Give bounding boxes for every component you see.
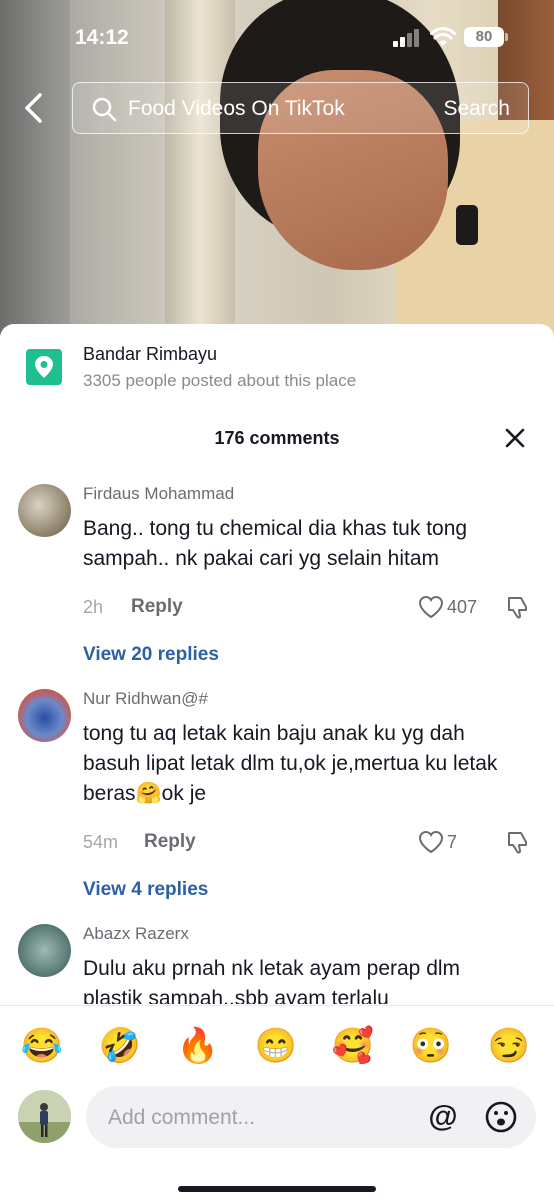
search-bar[interactable]: Food Videos On TikTok Search: [72, 82, 529, 134]
place-subtitle: 3305 people posted about this place: [83, 371, 357, 390]
search-icon: [92, 97, 117, 122]
emoji-button[interactable]: 😁: [254, 1024, 298, 1068]
place-name: Bandar Rimbayu: [83, 344, 218, 364]
comment-time: 2h: [83, 597, 104, 617]
battery-indicator: 80: [464, 27, 508, 47]
reply-button[interactable]: Reply: [144, 831, 196, 853]
avatar[interactable]: [18, 924, 71, 977]
comment-item: Nur Ridhwan@# tong tu aq letak kain baju…: [0, 689, 554, 900]
add-comment-input[interactable]: Add comment... @: [86, 1086, 536, 1148]
comment-username[interactable]: Abazx Razerx: [83, 924, 189, 944]
location-pin-icon: [26, 349, 62, 385]
video-scene-microphone: [456, 205, 478, 245]
reply-button[interactable]: Reply: [131, 596, 183, 618]
cellular-signal-icon: [393, 29, 423, 47]
comments-header: 176 comments: [0, 424, 554, 454]
comment-username[interactable]: Firdaus Mohammad: [83, 484, 234, 504]
emoji-button[interactable]: 🔥: [176, 1024, 220, 1068]
comment-text: tong tu aq letak kain baju anak ku yg da…: [83, 722, 498, 805]
add-comment-placeholder: Add comment...: [108, 1106, 256, 1129]
comment-item: Abazx Razerx Dulu aku prnah nk letak aya…: [0, 924, 554, 1004]
back-arrow-icon[interactable]: [18, 90, 50, 126]
place-banner[interactable]: Bandar Rimbayu 3305 people posted about …: [0, 324, 554, 404]
comment-list[interactable]: Firdaus Mohammad Bang.. tong tu chemical…: [0, 474, 554, 1004]
view-replies-link[interactable]: View 4 replies: [83, 879, 208, 901]
comment-username[interactable]: Nur Ridhwan@#: [83, 689, 208, 709]
search-query[interactable]: Food Videos On TikTok: [128, 97, 345, 121]
user-avatar: [18, 1090, 71, 1143]
like-count: 407: [447, 597, 478, 617]
avatar[interactable]: [18, 689, 71, 742]
mention-button[interactable]: @: [426, 1100, 460, 1134]
emoji-button[interactable]: 🥰: [331, 1024, 375, 1068]
heart-icon[interactable]: [417, 594, 445, 620]
avatar[interactable]: [18, 484, 71, 537]
quick-emoji-row: 😂 🤣 🔥 😁 🥰 😳 😏: [0, 1024, 554, 1068]
comment-item: Firdaus Mohammad Bang.. tong tu chemical…: [0, 484, 554, 665]
wifi-icon: [430, 27, 456, 46]
close-icon[interactable]: [503, 426, 527, 450]
view-replies-link[interactable]: View 20 replies: [83, 644, 219, 666]
comments-count: 176 comments: [214, 428, 340, 448]
comment-text: Dulu aku prnah nk letak ayam perap dlm p…: [83, 957, 461, 1004]
dislike-icon[interactable]: [505, 594, 531, 620]
emoji-button[interactable]: 😂: [20, 1024, 64, 1068]
status-bar: 14:12 80: [0, 0, 554, 70]
emoji-button[interactable]: 🤣: [98, 1024, 142, 1068]
like-count: 7: [447, 832, 458, 852]
emoji-picker-icon[interactable]: [484, 1100, 518, 1134]
emoji-button[interactable]: 😏: [487, 1024, 531, 1068]
heart-icon[interactable]: [417, 829, 445, 855]
emoji-button[interactable]: 😳: [409, 1024, 453, 1068]
search-button[interactable]: Search: [443, 97, 510, 121]
home-indicator: [178, 1186, 376, 1192]
status-time: 14:12: [75, 26, 129, 49]
dislike-icon[interactable]: [505, 829, 531, 855]
comment-time: 54m: [83, 832, 119, 852]
comment-composer: 😂 🤣 🔥 😁 🥰 😳 😏 Add comment... @: [0, 1005, 554, 1200]
comment-text: Bang.. tong tu chemical dia khas tuk ton…: [83, 517, 468, 570]
